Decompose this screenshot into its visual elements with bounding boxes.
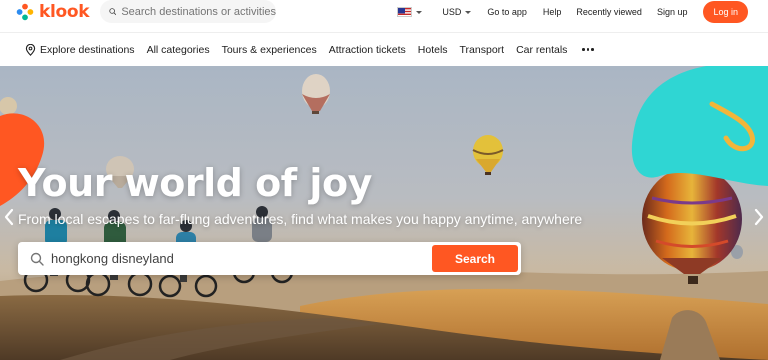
nav-attraction-tickets[interactable]: Attraction tickets (329, 44, 406, 56)
brand-name: klook (39, 2, 90, 22)
nav-car-rentals[interactable]: Car rentals (516, 44, 567, 56)
nav-hotels[interactable]: Hotels (418, 44, 448, 56)
currency-selector[interactable]: USD (442, 7, 472, 17)
hero-search-bar[interactable]: hongkong disneyland Search (18, 242, 521, 275)
go-to-app-link[interactable]: Go to app (487, 7, 527, 17)
search-icon (30, 252, 44, 266)
category-nav: Explore destinations All categories Tour… (0, 32, 768, 66)
search-placeholder: Search destinations or activities (121, 5, 276, 18)
header-search-input[interactable]: Search destinations or activities (100, 0, 276, 23)
location-pin-icon (25, 43, 36, 56)
search-button[interactable]: Search (432, 245, 518, 272)
explore-destinations-label: Explore destinations (40, 43, 135, 56)
nav-tours-experiences[interactable]: Tours & experiences (222, 44, 317, 56)
nav-transport[interactable]: Transport (460, 44, 505, 56)
hero-title: Your world of joy (18, 161, 372, 205)
chevron-down-icon (465, 11, 472, 15)
hero-banner: Your world of joy From local escapes to … (0, 66, 768, 360)
hero-subtitle: From local escapes to far-flung adventur… (18, 211, 583, 227)
klook-logo-icon (16, 3, 34, 21)
top-bar: klook Search destinations or activities (0, 0, 768, 30)
carousel-prev-button[interactable] (2, 206, 16, 228)
chevron-left-icon (4, 208, 14, 226)
help-link[interactable]: Help (543, 7, 562, 17)
chevron-right-icon (754, 208, 764, 226)
hero-search-input[interactable]: hongkong disneyland (51, 251, 174, 266)
nav-all-categories[interactable]: All categories (147, 44, 210, 56)
recently-viewed-link[interactable]: Recently viewed (576, 7, 642, 17)
chevron-down-icon (416, 10, 423, 14)
explore-destinations-link[interactable]: Explore destinations (25, 43, 135, 56)
us-flag-icon (397, 7, 413, 17)
carousel-next-button[interactable] (752, 206, 766, 228)
language-selector[interactable] (397, 7, 423, 17)
sign-up-link[interactable]: Sign up (657, 7, 688, 17)
more-dots-icon[interactable] (582, 48, 594, 51)
search-icon (109, 8, 117, 16)
log-in-button[interactable]: Log in (703, 1, 748, 23)
currency-label: USD (442, 7, 462, 17)
klook-logo[interactable]: klook (16, 2, 90, 22)
top-nav: USD Go to app Help Recently viewed Sign … (397, 0, 768, 24)
